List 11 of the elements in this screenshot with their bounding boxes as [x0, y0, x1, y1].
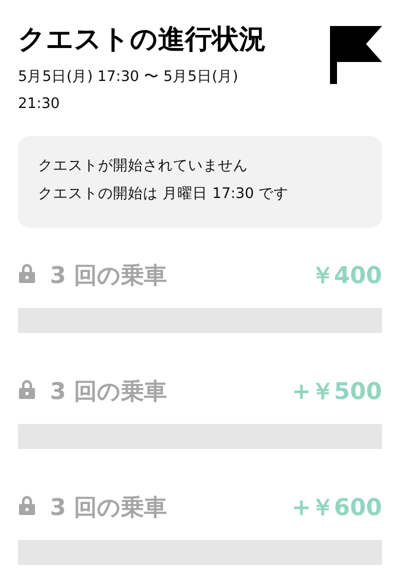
- quest-label: 3 回の乗車: [50, 378, 168, 406]
- notice-text: クエストが開始されていません: [38, 157, 249, 176]
- notice-text: クエストの開始は 月曜日 17:30 です: [38, 185, 290, 204]
- reward-amount: +￥500: [292, 378, 382, 406]
- flag-icon: [330, 26, 382, 84]
- quest-label: 3 回の乗車: [50, 262, 168, 290]
- date-range: 5月5日(月) 17:30 〜 5月5日(月) 21:30: [18, 68, 240, 114]
- reward-amount: ￥400: [310, 262, 382, 290]
- reward-amount: +￥600: [292, 494, 382, 522]
- page-title: クエストの進行状況: [18, 23, 267, 57]
- quest-label: 3 回の乗車: [50, 494, 168, 522]
